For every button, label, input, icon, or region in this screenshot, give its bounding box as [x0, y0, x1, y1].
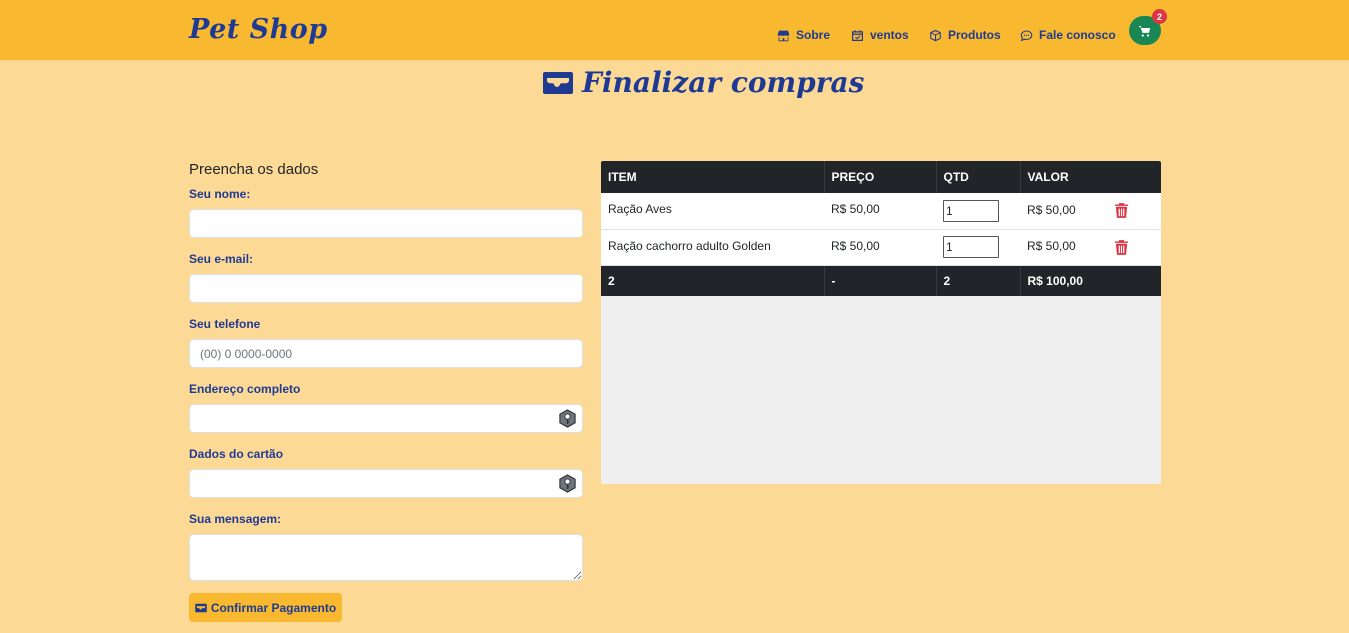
- page-title: Finalizar compras: [543, 66, 864, 99]
- message-label: Sua mensagem:: [189, 512, 282, 526]
- password-manager-key-icon[interactable]: [558, 474, 577, 493]
- table-row: Ração cachorro adulto Golden R$ 50,00 R$…: [601, 229, 1161, 266]
- wallet-icon: [543, 71, 573, 94]
- brand-logo[interactable]: Pet Shop: [189, 14, 328, 45]
- nav-item-eventos[interactable]: ventos: [851, 28, 909, 42]
- trash-icon[interactable]: [1115, 203, 1129, 219]
- form-heading: Preencha os dados: [189, 161, 319, 178]
- name-label: Seu nome:: [189, 187, 251, 201]
- page-title-text: Finalizar compras: [582, 66, 865, 99]
- calendar-check-icon: [852, 29, 863, 41]
- address-label: Endereço completo: [189, 382, 301, 396]
- email-label: Seu e-mail:: [189, 252, 254, 266]
- item-name: Ração Aves: [601, 193, 824, 230]
- total-price: -: [824, 265, 937, 296]
- item-value-cell: R$ 50,00: [1020, 193, 1161, 230]
- table-row: Ração Aves R$ 50,00 R$ 50,00: [601, 193, 1161, 230]
- column-header-value: VALOR: [1020, 161, 1161, 193]
- nav-item-fale-conosco[interactable]: Fale conosco: [1020, 28, 1116, 42]
- item-name: Ração cachorro adulto Golden: [601, 229, 824, 266]
- phone-input[interactable]: [189, 339, 583, 368]
- password-manager-key-icon[interactable]: [558, 409, 577, 428]
- card-label: Dados do cartão: [189, 447, 284, 461]
- box-icon: [930, 29, 941, 41]
- phone-label: Seu telefone: [189, 317, 261, 331]
- table-total-row: 2 - 2 R$ 100,00: [601, 265, 1161, 296]
- cart-icon: [1139, 25, 1151, 37]
- total-value: R$ 100,00: [1020, 265, 1161, 296]
- email-input[interactable]: [189, 274, 583, 303]
- total-qty: 2: [936, 265, 1021, 296]
- column-header-item: ITEM: [601, 161, 825, 193]
- navbar: Pet Shop Sobre ventos Produtos Fale cono…: [0, 0, 1349, 60]
- column-header-qty: QTD: [936, 161, 1021, 193]
- message-textarea[interactable]: [189, 534, 583, 581]
- item-value-cell: R$ 50,00: [1020, 229, 1161, 266]
- card-input[interactable]: [189, 469, 583, 498]
- quantity-input[interactable]: [943, 236, 999, 258]
- nav-label-sobre: Sobre: [796, 28, 831, 42]
- item-price: R$ 50,00: [824, 193, 936, 230]
- chat-icon: [1020, 30, 1033, 41]
- item-value: R$ 50,00: [1027, 203, 1076, 218]
- item-value: R$ 50,00: [1027, 239, 1076, 254]
- nav-label-eventos: ventos: [870, 28, 909, 42]
- address-input[interactable]: [189, 404, 583, 433]
- quantity-input[interactable]: [943, 199, 999, 222]
- column-header-price: PREÇO: [824, 161, 937, 193]
- confirm-payment-button[interactable]: Confirmar Pagamento: [189, 593, 342, 622]
- table-header-row: ITEM PREÇO QTD VALOR: [601, 161, 1161, 193]
- cart-panel: ITEM PREÇO QTD VALOR Ração Aves R$ 50,00…: [601, 161, 1161, 484]
- nav-label-fale-conosco: Fale conosco: [1039, 28, 1116, 42]
- item-price: R$ 50,00: [824, 229, 936, 266]
- name-input[interactable]: [189, 209, 583, 238]
- trash-icon[interactable]: [1115, 239, 1129, 255]
- nav-item-produtos[interactable]: Produtos: [929, 28, 1001, 42]
- cart-count-badge: 2: [1152, 9, 1167, 24]
- shop-icon: [777, 30, 790, 41]
- cart-table: ITEM PREÇO QTD VALOR Ração Aves R$ 50,00…: [601, 161, 1161, 296]
- nav-label-produtos: Produtos: [948, 28, 1001, 42]
- nav-item-sobre[interactable]: Sobre: [777, 28, 830, 42]
- confirm-payment-label: Confirmar Pagamento: [210, 600, 337, 615]
- total-items: 2: [601, 265, 825, 296]
- wallet-icon: [195, 603, 207, 612]
